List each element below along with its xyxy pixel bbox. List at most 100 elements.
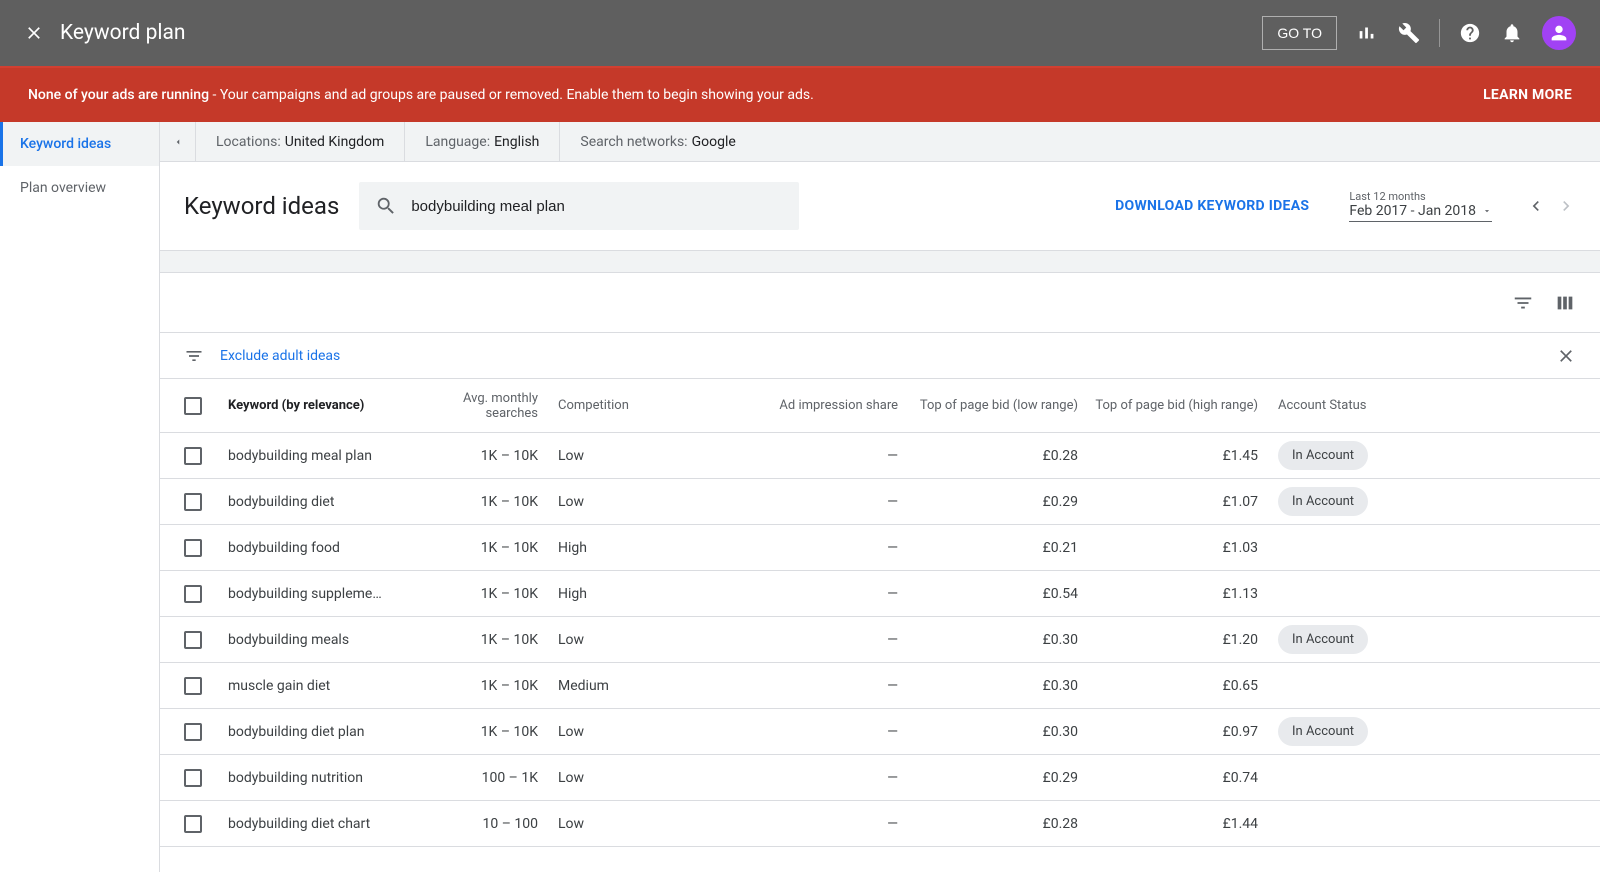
separator-strip xyxy=(160,251,1600,273)
col-bidhigh[interactable]: Top of page bid (high range) xyxy=(1078,398,1258,413)
select-all-checkbox[interactable] xyxy=(184,397,202,415)
networks-filter[interactable]: Search networks: Google xyxy=(560,122,755,161)
cell-status: In Account xyxy=(1258,487,1378,516)
table-row: bodybuilding food 1K – 10K High — £0.21 … xyxy=(160,525,1600,571)
cell-keyword: bodybuilding diet xyxy=(228,494,428,510)
date-next-button[interactable] xyxy=(1556,196,1576,216)
cell-status: In Account xyxy=(1258,717,1378,746)
table-row: bodybuilding meal plan 1K – 10K Low — £0… xyxy=(160,433,1600,479)
row-checkbox[interactable] xyxy=(184,493,202,511)
in-account-badge: In Account xyxy=(1278,487,1368,516)
avatar[interactable] xyxy=(1542,16,1576,50)
locations-value: United Kingdom xyxy=(285,134,385,150)
col-competition[interactable]: Competition xyxy=(558,398,698,413)
networks-value: Google xyxy=(692,134,736,150)
cell-bidhigh: £1.20 xyxy=(1078,632,1258,648)
cell-bidlow: £0.30 xyxy=(898,632,1078,648)
targeting-bar: Locations: United Kingdom Language: Engl… xyxy=(160,122,1600,162)
row-checkbox[interactable] xyxy=(184,585,202,603)
cell-keyword: bodybuilding diet chart xyxy=(228,816,428,832)
in-account-badge: In Account xyxy=(1278,625,1368,654)
table-row: bodybuilding diet chart 10 – 100 Low — £… xyxy=(160,801,1600,847)
date-range-label: Last 12 months xyxy=(1349,190,1492,203)
cell-status: In Account xyxy=(1258,441,1378,470)
reports-icon[interactable] xyxy=(1355,21,1379,45)
goto-button[interactable]: GO TO xyxy=(1262,16,1337,50)
locations-filter[interactable]: Locations: United Kingdom xyxy=(196,122,405,161)
cell-searches: 1K – 10K xyxy=(428,540,558,556)
row-checkbox[interactable] xyxy=(184,815,202,833)
cell-bidhigh: £0.65 xyxy=(1078,678,1258,694)
header-section: Keyword ideas DOWNLOAD KEYWORD IDEAS Las… xyxy=(160,162,1600,251)
col-keyword[interactable]: Keyword (by relevance) xyxy=(228,398,428,413)
learn-more-link[interactable]: LEARN MORE xyxy=(1483,87,1572,103)
exclude-adult-ideas-filter[interactable]: Exclude adult ideas xyxy=(220,348,340,364)
cell-keyword: bodybuilding food xyxy=(228,540,428,556)
filter-list-icon xyxy=(184,346,204,366)
clear-filter-icon[interactable] xyxy=(1556,346,1576,366)
table-tools xyxy=(160,273,1600,333)
language-label: Language: xyxy=(425,134,490,150)
cell-competition: Low xyxy=(558,632,698,648)
date-prev-button[interactable] xyxy=(1526,196,1546,216)
cell-searches: 10 – 100 xyxy=(428,816,558,832)
locations-label: Locations: xyxy=(216,134,281,150)
cell-keyword: bodybuilding nutrition xyxy=(228,770,428,786)
language-filter[interactable]: Language: English xyxy=(405,122,560,161)
cell-keyword: bodybuilding meals xyxy=(228,632,428,648)
table-row: bodybuilding nutrition 100 – 1K Low — £0… xyxy=(160,755,1600,801)
row-checkbox[interactable] xyxy=(184,769,202,787)
dropdown-icon xyxy=(1482,206,1492,216)
columns-icon[interactable] xyxy=(1554,292,1576,314)
sidebar-item-plan-overview[interactable]: Plan overview xyxy=(0,166,159,210)
page-title: Keyword ideas xyxy=(184,192,339,220)
download-keyword-ideas-link[interactable]: DOWNLOAD KEYWORD IDEAS xyxy=(1115,198,1309,214)
date-navigation xyxy=(1526,196,1576,216)
cell-searches: 1K – 10K xyxy=(428,678,558,694)
cell-bidlow: £0.54 xyxy=(898,586,1078,602)
cell-searches: 1K – 10K xyxy=(428,724,558,740)
topbar-actions: GO TO xyxy=(1262,16,1576,50)
col-impression[interactable]: Ad impression share xyxy=(698,398,898,413)
cell-impression: — xyxy=(698,448,898,464)
table-row: bodybuilding suppleme… 1K – 10K High — £… xyxy=(160,571,1600,617)
row-checkbox[interactable] xyxy=(184,447,202,465)
cell-competition: Low xyxy=(558,448,698,464)
cell-searches: 1K – 10K xyxy=(428,586,558,602)
active-filter-row: Exclude adult ideas xyxy=(160,333,1600,379)
close-icon[interactable] xyxy=(24,23,44,43)
cell-competition: Low xyxy=(558,494,698,510)
cell-bidlow: £0.28 xyxy=(898,816,1078,832)
alert-rest: - Your campaigns and ad groups are pause… xyxy=(209,87,814,103)
cell-bidhigh: £1.13 xyxy=(1078,586,1258,602)
row-checkbox[interactable] xyxy=(184,723,202,741)
cell-searches: 100 – 1K xyxy=(428,770,558,786)
help-icon[interactable] xyxy=(1458,21,1482,45)
cell-competition: High xyxy=(558,586,698,602)
col-bidlow[interactable]: Top of page bid (low range) xyxy=(898,398,1078,413)
col-searches[interactable]: Avg. monthly searches xyxy=(428,391,558,421)
sidebar-item-keyword-ideas[interactable]: Keyword ideas xyxy=(0,122,159,166)
cell-bidlow: £0.29 xyxy=(898,770,1078,786)
row-checkbox[interactable] xyxy=(184,631,202,649)
cell-bidlow: £0.28 xyxy=(898,448,1078,464)
sidebar: Keyword ideas Plan overview xyxy=(0,122,160,872)
col-status[interactable]: Account Status xyxy=(1258,398,1378,413)
cell-searches: 1K – 10K xyxy=(428,494,558,510)
cell-competition: Low xyxy=(558,770,698,786)
cell-status: In Account xyxy=(1258,625,1378,654)
keyword-search-box[interactable] xyxy=(359,182,799,230)
cell-keyword: bodybuilding diet plan xyxy=(228,724,428,740)
row-checkbox[interactable] xyxy=(184,539,202,557)
cell-searches: 1K – 10K xyxy=(428,632,558,648)
filter-icon[interactable] xyxy=(1512,292,1534,314)
divider xyxy=(1439,19,1440,47)
keyword-search-input[interactable] xyxy=(411,198,783,215)
cell-competition: Medium xyxy=(558,678,698,694)
tools-icon[interactable] xyxy=(1397,21,1421,45)
row-checkbox[interactable] xyxy=(184,677,202,695)
date-range-picker[interactable]: Last 12 months Feb 2017 - Jan 2018 xyxy=(1349,190,1492,222)
collapse-sidebar-button[interactable] xyxy=(160,122,196,162)
notifications-icon[interactable] xyxy=(1500,21,1524,45)
cell-impression: — xyxy=(698,632,898,648)
